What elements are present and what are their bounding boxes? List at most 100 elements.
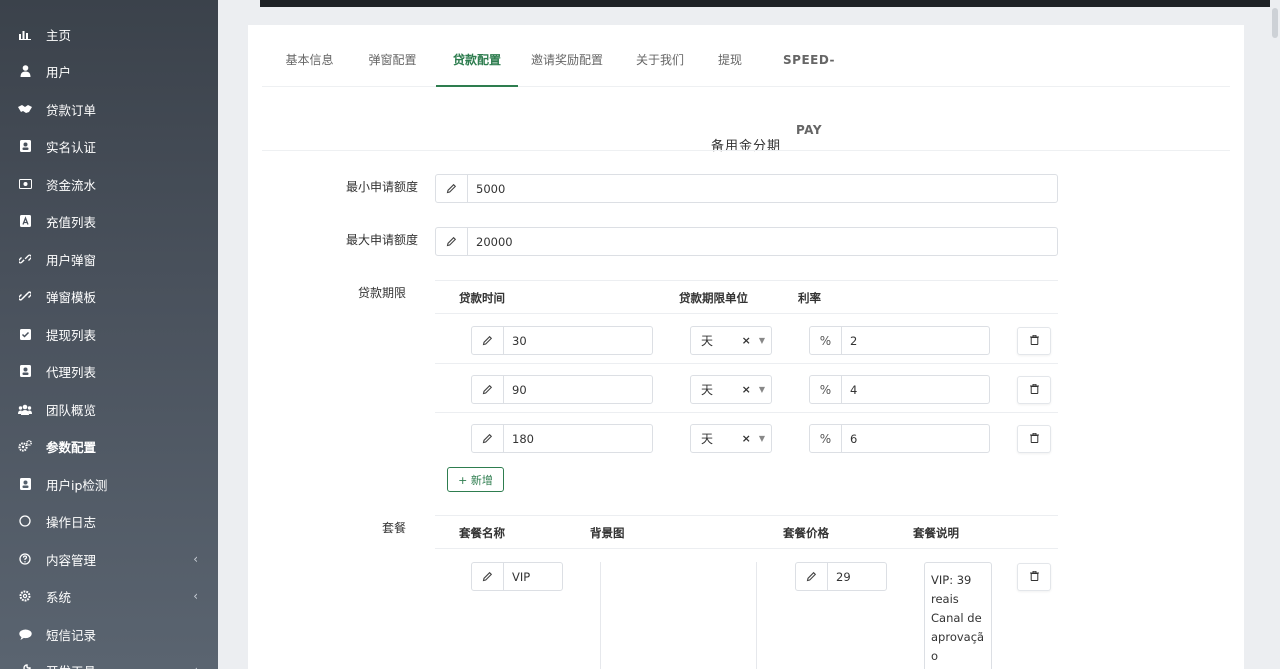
- sidebar-item-users[interactable]: 用户: [0, 53, 218, 89]
- question-circle-icon: [18, 552, 32, 566]
- clear-icon[interactable]: ×: [742, 432, 751, 445]
- package-desc-textarea[interactable]: VIP: 39 reais Canal de aprovação: [924, 562, 992, 669]
- chevron-down-icon: ▼: [758, 336, 765, 345]
- sidebar: 主页 用户 贷款订单 实名认证 资金流水 充值列表 用户弹窗 弹窗模板 提现列表…: [0, 0, 218, 669]
- tab-about-us[interactable]: 关于我们: [634, 25, 686, 87]
- max-amount-input[interactable]: [468, 228, 1057, 255]
- min-amount-field: [435, 174, 1058, 203]
- col-loan-time: 贷款时间: [459, 291, 505, 305]
- sidebar-item-content-manage[interactable]: 内容管理 ‹: [0, 541, 218, 577]
- tab-withdraw[interactable]: 提现: [716, 25, 744, 87]
- sidebar-item-home[interactable]: 主页: [0, 16, 218, 52]
- sidebar-item-recharge[interactable]: 充值列表: [0, 203, 218, 239]
- tab-basic-info[interactable]: 基本信息: [282, 25, 337, 87]
- pencil-icon: [472, 563, 504, 590]
- term-unit-value: 天: [701, 334, 714, 348]
- rate-input[interactable]: [842, 425, 989, 452]
- background-image-area[interactable]: [600, 562, 757, 669]
- pencil-icon: [472, 327, 504, 354]
- bar-chart-icon: [18, 27, 32, 41]
- tab-bar: 基本信息 弹窗配置 贷款配置 邀请奖励配置 关于我们 提现 SPEED-PAY: [262, 25, 1230, 137]
- sidebar-item-label: 贷款订单: [46, 102, 97, 118]
- term-unit-value: 天: [701, 432, 714, 446]
- sidebar-item-label: 资金流水: [46, 177, 97, 193]
- sidebar-item-label: 开发工具: [46, 661, 193, 669]
- clear-icon[interactable]: ×: [742, 334, 751, 347]
- sidebar-item-label: 团队概览: [46, 402, 97, 418]
- sidebar-item-popup-template[interactable]: 弹窗模板: [0, 278, 218, 314]
- chevron-down-icon: ▼: [758, 434, 765, 443]
- percent-addon: %: [810, 327, 842, 354]
- circle-icon: [18, 514, 32, 528]
- divider: [435, 363, 1058, 364]
- sidebar-item-label: 主页: [46, 27, 72, 43]
- sidebar-item-dev-tools[interactable]: 开发工具 ‹: [0, 652, 218, 669]
- delete-row-button[interactable]: [1017, 376, 1051, 404]
- term-unit-select[interactable]: 天 × ▼: [690, 424, 772, 453]
- money-icon: [18, 177, 32, 191]
- page-scrollbar[interactable]: [1270, 0, 1280, 669]
- id-card-icon: [18, 139, 32, 153]
- delete-row-button[interactable]: [1017, 425, 1051, 453]
- user-icon: [18, 64, 32, 78]
- rate-input[interactable]: [842, 376, 989, 403]
- wrench-icon: [18, 663, 32, 669]
- add-term-button[interactable]: + 新增: [447, 467, 504, 492]
- loan-time-input[interactable]: [504, 327, 652, 354]
- sidebar-item-fund-flow[interactable]: 资金流水: [0, 166, 218, 202]
- cogs-icon: [18, 439, 32, 453]
- loan-time-field: [471, 326, 653, 355]
- percent-addon: %: [810, 376, 842, 403]
- sidebar-item-system[interactable]: 系统 ‹: [0, 578, 218, 614]
- chevron-down-icon: ▼: [758, 385, 765, 394]
- sidebar-item-real-name[interactable]: 实名认证: [0, 128, 218, 164]
- sidebar-item-label: 内容管理: [46, 552, 97, 568]
- tab-invite-reward[interactable]: 邀请奖励配置: [528, 25, 606, 87]
- col-package-name: 套餐名称: [459, 526, 505, 540]
- loan-time-input[interactable]: [504, 376, 652, 403]
- tab-speed-pay[interactable]: SPEED-PAY: [772, 25, 846, 137]
- delete-row-button[interactable]: [1017, 327, 1051, 355]
- sidebar-item-sms-records[interactable]: 短信记录: [0, 616, 218, 652]
- link-icon: [18, 289, 32, 303]
- link-icon: [18, 252, 32, 266]
- sidebar-item-operation-log[interactable]: 操作日志: [0, 503, 218, 539]
- package-name-input[interactable]: [504, 563, 562, 590]
- sidebar-item-label: 短信记录: [46, 627, 97, 643]
- sidebar-item-params-config[interactable]: 参数配置: [0, 428, 218, 464]
- sidebar-item-withdraw-list[interactable]: 提现列表: [0, 316, 218, 352]
- sidebar-item-label: 用户ip检测: [46, 477, 108, 493]
- scrollbar-thumb[interactable]: [1272, 8, 1278, 38]
- users-icon: [18, 402, 32, 416]
- min-amount-label: 最小申请额度: [345, 180, 418, 194]
- min-amount-input[interactable]: [468, 175, 1057, 202]
- sidebar-item-user-popup[interactable]: 用户弹窗: [0, 241, 218, 277]
- term-unit-select[interactable]: 天 × ▼: [690, 326, 772, 355]
- divider: [262, 150, 1230, 151]
- loan-time-input[interactable]: [504, 425, 652, 452]
- section-title: 备用金分期: [710, 139, 781, 154]
- rate-input[interactable]: [842, 327, 989, 354]
- sidebar-item-ip-check[interactable]: 用户ip检测: [0, 466, 218, 502]
- pencil-icon: [472, 425, 504, 452]
- col-package-desc: 套餐说明: [913, 526, 959, 540]
- sidebar-item-label: 参数配置: [46, 439, 97, 455]
- package-name-field: [471, 562, 563, 591]
- trash-icon: [1029, 570, 1039, 584]
- sidebar-item-label: 用户弹窗: [46, 252, 97, 268]
- loan-term-label: 贷款期限: [357, 286, 406, 300]
- sidebar-item-loan-orders[interactable]: 贷款订单: [0, 91, 218, 127]
- trash-icon: [1029, 432, 1039, 446]
- checkbox-icon: [18, 327, 32, 341]
- col-rate: 利率: [798, 291, 821, 305]
- tab-loan-config[interactable]: 贷款配置: [436, 25, 518, 87]
- term-unit-select[interactable]: 天 × ▼: [690, 375, 772, 404]
- package-price-input[interactable]: [828, 563, 886, 590]
- sidebar-item-agent-list[interactable]: 代理列表: [0, 353, 218, 389]
- clear-icon[interactable]: ×: [742, 383, 751, 396]
- sidebar-item-team-overview[interactable]: 团队概览: [0, 391, 218, 427]
- app-store-icon: [18, 214, 32, 228]
- trash-icon: [1029, 383, 1039, 397]
- delete-package-button[interactable]: [1017, 563, 1051, 591]
- tab-popup-config[interactable]: 弹窗配置: [365, 25, 420, 87]
